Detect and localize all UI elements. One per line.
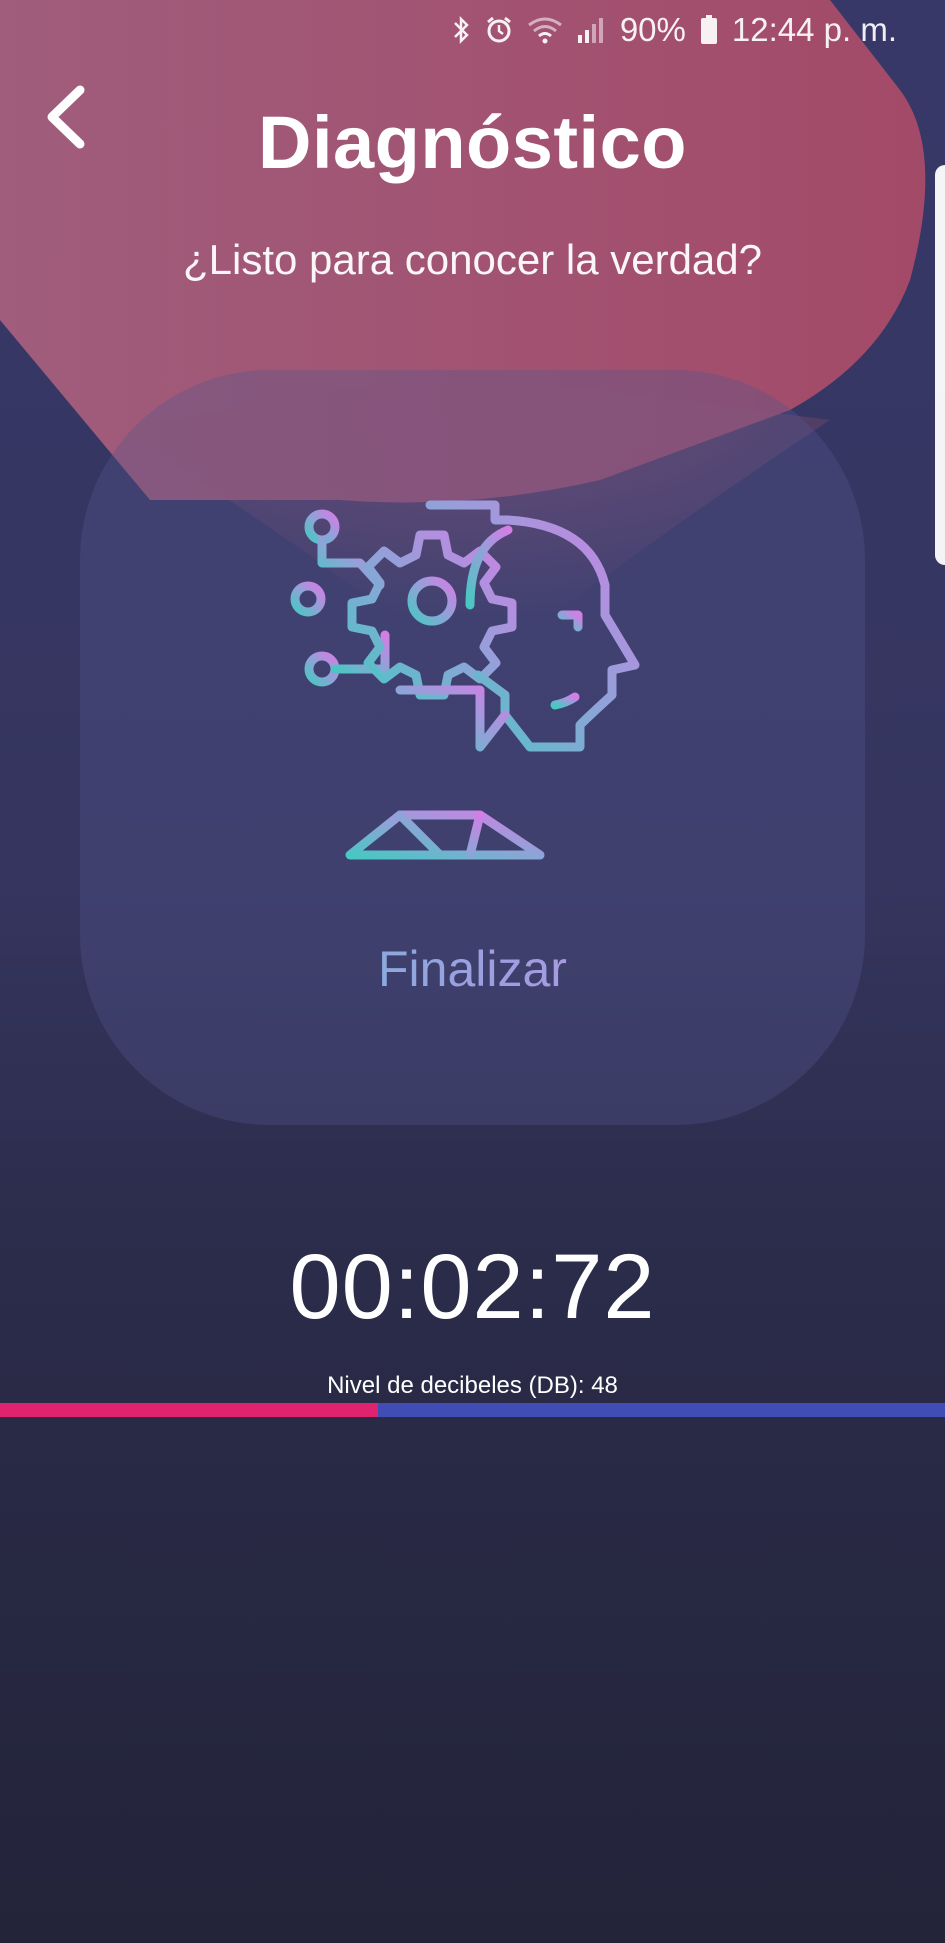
decibel-meter xyxy=(0,1403,945,1417)
page-subtitle: ¿Listo para conocer la verdad? xyxy=(183,236,762,283)
robot-head-gear-icon xyxy=(290,500,640,860)
decibel-meter-fill xyxy=(0,1403,378,1417)
page-title: Diagnóstico xyxy=(258,101,687,184)
edge-scroll-handle[interactable] xyxy=(935,165,945,565)
status-bar: 90% 12:44 p. m. xyxy=(452,8,897,52)
finalize-card[interactable]: Finalizar xyxy=(80,370,865,1125)
decibel-level-label: Nivel de decibeles (DB): 48 xyxy=(327,1372,618,1399)
bluetooth-icon xyxy=(452,15,472,45)
battery-icon xyxy=(700,15,718,45)
status-icons xyxy=(452,15,606,45)
status-time: 12:44 p. m. xyxy=(731,11,897,48)
timer-display: 00:02:72 xyxy=(289,1236,656,1338)
signal-icon xyxy=(576,15,606,45)
wifi-icon xyxy=(526,15,564,45)
finalize-button-label: Finalizar xyxy=(80,940,865,998)
alarm-icon xyxy=(484,15,514,45)
battery-percentage: 90% xyxy=(619,11,686,48)
